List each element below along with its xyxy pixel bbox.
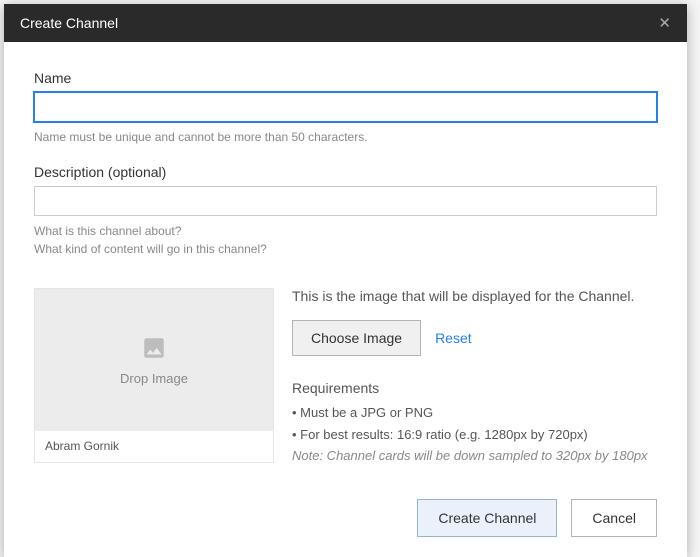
description-section: Description (optional) What is this chan… — [34, 164, 657, 258]
description-helper-1: What is this channel about? — [34, 222, 657, 240]
reset-link[interactable]: Reset — [435, 330, 472, 346]
create-channel-button[interactable]: Create Channel — [417, 499, 557, 537]
image-info-text: This is the image that will be displayed… — [292, 288, 657, 304]
requirement-1: • Must be a JPG or PNG — [292, 402, 657, 424]
close-icon[interactable]: ✕ — [658, 16, 671, 31]
requirements-title: Requirements — [292, 380, 657, 396]
description-input[interactable] — [34, 186, 657, 216]
image-placeholder-icon — [139, 335, 169, 361]
drop-text: Drop Image — [120, 371, 188, 386]
modal-footer: Create Channel Cancel — [4, 483, 687, 557]
name-helper: Name must be unique and cannot be more t… — [34, 128, 657, 146]
requirement-2: • For best results: 16:9 ratio (e.g. 128… — [292, 424, 657, 446]
modal-body: Name Name must be unique and cannot be m… — [4, 42, 687, 483]
cancel-button[interactable]: Cancel — [571, 499, 657, 537]
modal-header: Create Channel ✕ — [4, 4, 687, 42]
image-section: Drop Image Abram Gornik This is the imag… — [34, 288, 657, 463]
create-channel-modal: Create Channel ✕ Name Name must be uniqu… — [4, 4, 687, 557]
image-buttons: Choose Image Reset — [292, 320, 657, 356]
image-info: This is the image that will be displayed… — [292, 288, 657, 463]
requirement-note: Note: Channel cards will be down sampled… — [292, 448, 657, 463]
description-label: Description (optional) — [34, 164, 657, 180]
card-name: Abram Gornik — [35, 431, 273, 461]
name-label: Name — [34, 70, 657, 86]
choose-image-button[interactable]: Choose Image — [292, 320, 421, 356]
name-input[interactable] — [34, 92, 657, 122]
image-card: Drop Image Abram Gornik — [34, 288, 274, 463]
description-helper-2: What kind of content will go in this cha… — [34, 240, 657, 258]
drop-zone[interactable]: Drop Image — [35, 289, 273, 431]
modal-title: Create Channel — [20, 15, 118, 31]
name-section: Name Name must be unique and cannot be m… — [34, 70, 657, 146]
